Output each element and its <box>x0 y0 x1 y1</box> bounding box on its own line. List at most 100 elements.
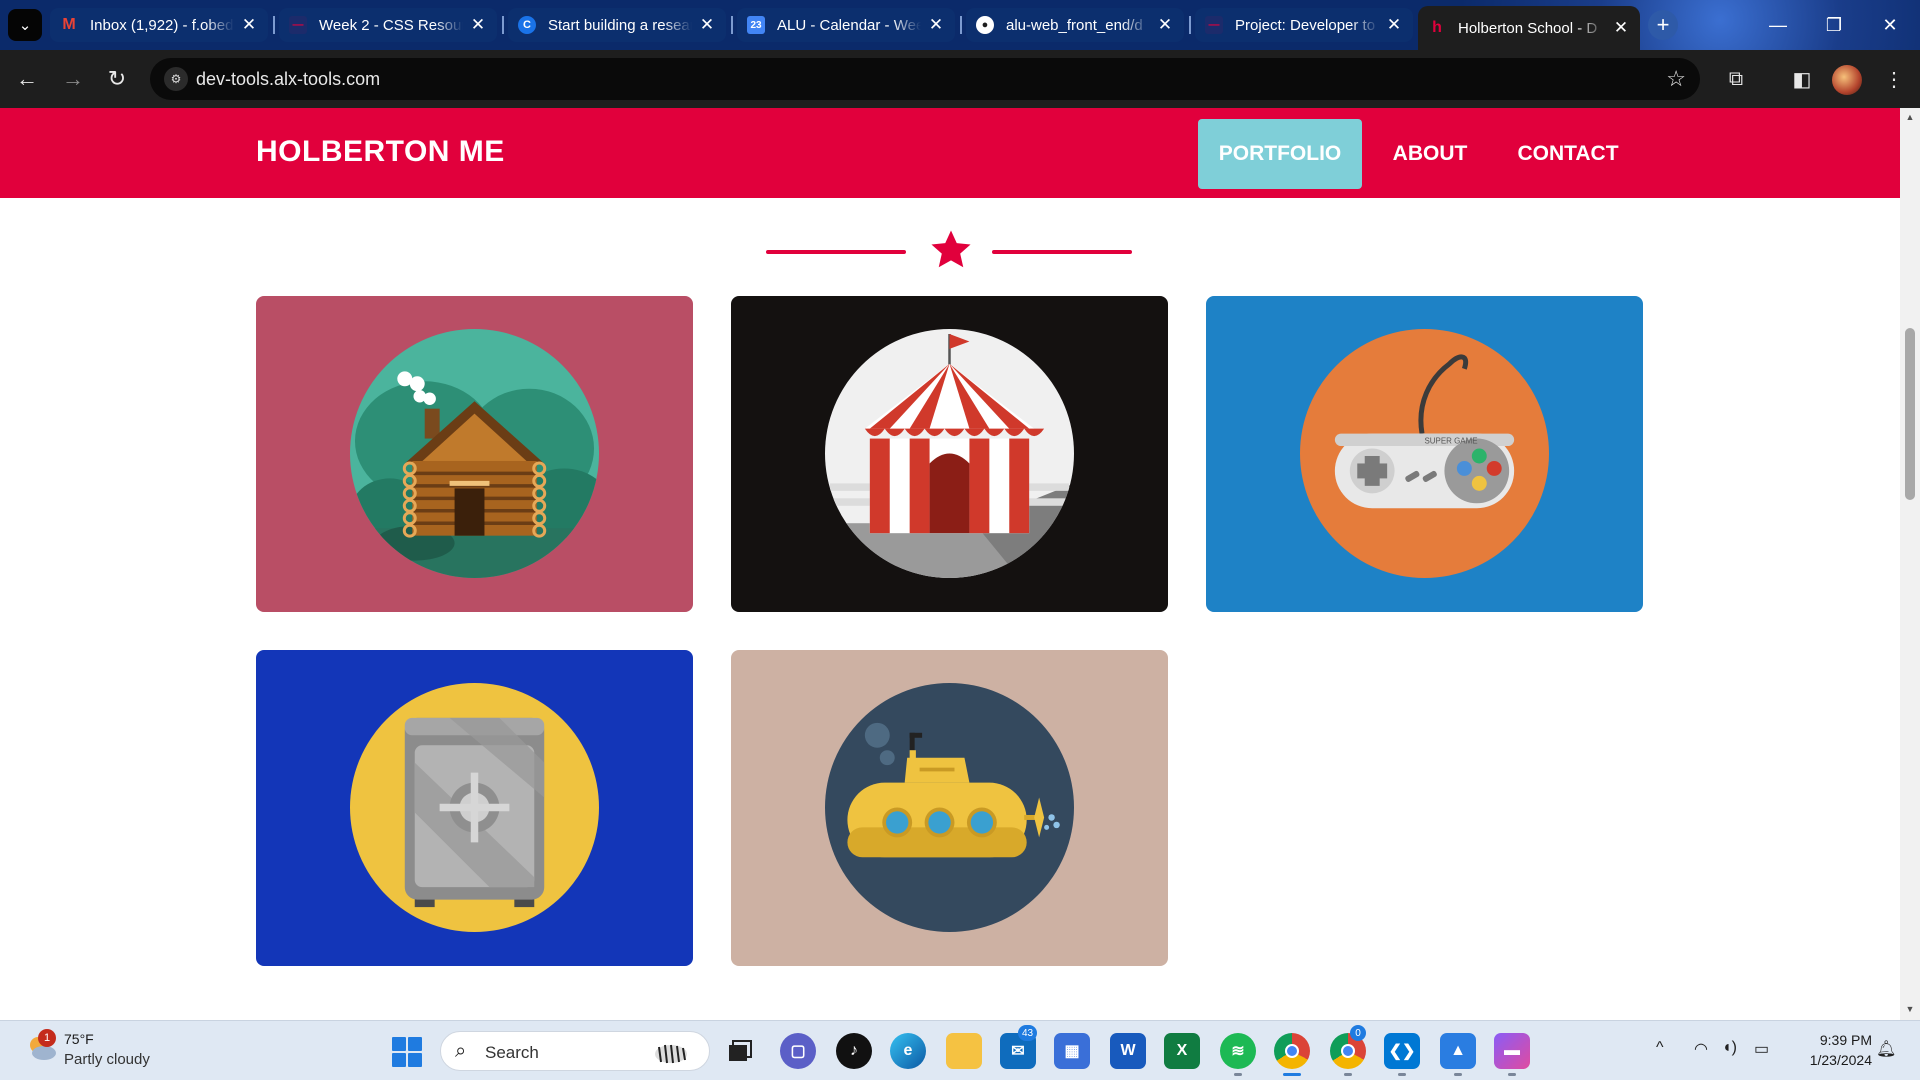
tab-separator <box>273 16 275 34</box>
minimize-icon: — <box>1769 14 1787 35</box>
extensions-icon[interactable]: ⧉ <box>1722 65 1750 93</box>
windows-logo-icon <box>408 1053 422 1067</box>
portfolio-card-submarine[interactable] <box>731 650 1168 966</box>
task-view-icon[interactable] <box>722 1033 758 1069</box>
file-explorer-icon[interactable] <box>946 1033 982 1069</box>
new-tab-button[interactable]: + <box>1648 10 1678 40</box>
tab-title: Holberton School - D <box>1458 19 1598 37</box>
volume-icon[interactable]: ◖) <box>1722 1039 1737 1057</box>
running-indicator <box>1454 1073 1462 1076</box>
clock-date[interactable]: 1/23/2024 <box>1794 1052 1872 1068</box>
page-viewport: HOLBERTON ME PORTFOLIO ABOUT CONTACT SUP… <box>0 108 1900 1020</box>
plus-icon: + <box>1656 12 1670 37</box>
close-icon[interactable]: ✕ <box>927 15 945 35</box>
scroll-thumb[interactable] <box>1905 328 1915 500</box>
nav-portfolio[interactable]: PORTFOLIO <box>1198 119 1362 189</box>
running-indicator <box>1234 1073 1242 1076</box>
battery-icon[interactable]: ▭ <box>1754 1039 1769 1059</box>
tab-research[interactable]: C Start building a research ✕ <box>508 8 726 42</box>
spotify-icon[interactable]: ≋ <box>1220 1033 1256 1069</box>
url-text[interactable]: dev-tools.alx-tools.com <box>196 69 380 90</box>
wifi-icon[interactable]: ◠ <box>1694 1039 1708 1059</box>
bookmark-star-icon[interactable]: ☆ <box>1666 66 1686 92</box>
site-title[interactable]: HOLBERTON ME <box>256 135 505 169</box>
tab-title: Start building a research <box>548 16 692 34</box>
running-indicator <box>1508 1073 1516 1076</box>
close-icon[interactable]: ✕ <box>1385 15 1403 35</box>
page-scrollbar[interactable]: ▲ ▼ <box>1900 108 1920 1020</box>
address-bar[interactable]: ⚙ dev-tools.alx-tools.com ☆ <box>150 58 1700 100</box>
tab-separator <box>1189 16 1191 34</box>
tab-separator <box>502 16 504 34</box>
tiktok-icon[interactable]: ♪ <box>836 1033 872 1069</box>
side-panel-icon[interactable]: ◧ <box>1788 65 1816 93</box>
running-indicator <box>1398 1073 1406 1076</box>
submarine-icon <box>825 683 1074 932</box>
taskbar-search[interactable]: ⌕ Search <box>440 1031 710 1071</box>
restore-button[interactable]: ❐ <box>1806 0 1862 50</box>
back-button[interactable]: ← <box>12 64 42 94</box>
close-icon[interactable]: ✕ <box>1156 15 1174 35</box>
close-icon[interactable]: ✕ <box>698 15 716 35</box>
windows-logo-icon <box>392 1053 406 1067</box>
close-icon: ✕ <box>1882 14 1898 35</box>
tab-holberton[interactable]: h Holberton School - D ✕ <box>1418 6 1640 50</box>
portfolio-card-circus[interactable] <box>731 296 1168 612</box>
edge-icon[interactable]: e <box>890 1033 926 1069</box>
close-icon[interactable]: ✕ <box>469 15 487 35</box>
portfolio-card-safe[interactable] <box>256 650 693 966</box>
scroll-up-icon[interactable]: ▲ <box>1904 112 1916 122</box>
tab-github[interactable]: ● alu-web_front_end/d ✕ <box>966 8 1184 42</box>
chrome-badge: 0 <box>1350 1025 1366 1041</box>
nav-contact[interactable]: CONTACT <box>1504 119 1632 189</box>
weather-temperature[interactable]: 75°F <box>64 1031 94 1047</box>
chevron-up-icon[interactable]: ^ <box>1656 1039 1664 1057</box>
running-indicator <box>1283 1073 1301 1076</box>
portfolio-card-controller[interactable]: SUPER GAME <box>1206 296 1643 612</box>
star-icon <box>931 230 971 268</box>
windows-taskbar: 1 75°F Partly cloudy ⌕ Search ▢ ♪ e ✉ 43… <box>0 1020 1920 1080</box>
profile-avatar[interactable] <box>1832 65 1862 95</box>
tab-calendar[interactable]: 23 ALU - Calendar - Week ✕ <box>737 8 955 42</box>
site-header: HOLBERTON ME PORTFOLIO ABOUT CONTACT <box>0 108 1900 198</box>
store-icon[interactable]: ▦ <box>1054 1033 1090 1069</box>
menu-icon[interactable]: ⋮ <box>1880 65 1908 93</box>
notification-bell-icon[interactable]: 🔔︎ <box>1876 1039 1896 1059</box>
circus-tent-icon <box>825 329 1074 578</box>
close-window-button[interactable]: ✕ <box>1862 0 1918 50</box>
word-icon[interactable]: W <box>1110 1033 1146 1069</box>
close-icon[interactable]: ✕ <box>1612 18 1630 38</box>
close-icon[interactable]: ✕ <box>240 15 258 35</box>
weather-description[interactable]: Partly cloudy <box>64 1051 150 1068</box>
tab-project[interactable]: — Project: Developer to ✕ <box>1195 8 1413 42</box>
nav-about[interactable]: ABOUT <box>1380 119 1480 189</box>
start-button[interactable] <box>392 1037 422 1067</box>
tab-title: alu-web_front_end/d <box>1006 16 1143 34</box>
excel-icon[interactable]: X <box>1164 1033 1200 1069</box>
chat-icon[interactable]: ▢ <box>780 1033 816 1069</box>
arrow-right-icon: → <box>62 66 84 91</box>
tab-strip: ⌄ M Inbox (1,922) - f.obed ✕ — Week 2 - … <box>0 0 1920 50</box>
divider-line <box>766 250 906 254</box>
minimize-button[interactable]: — <box>1750 0 1806 50</box>
clipchamp-icon[interactable]: ▬ <box>1494 1033 1530 1069</box>
restore-icon: ❐ <box>1825 14 1843 35</box>
reload-button[interactable]: ↻ <box>102 64 132 94</box>
alx-icon: — <box>289 16 307 34</box>
chevron-down-icon: ⌄ <box>18 17 32 34</box>
site-info-icon[interactable]: ⚙ <box>164 67 188 91</box>
tab-separator <box>731 16 733 34</box>
scroll-down-icon[interactable]: ▼ <box>1904 1004 1916 1014</box>
chrome-icon[interactable] <box>1274 1033 1310 1069</box>
forward-button[interactable]: → <box>58 64 88 94</box>
divider-line <box>992 250 1132 254</box>
portfolio-card-cabin[interactable] <box>256 296 693 612</box>
tab-search-button[interactable]: ⌄ <box>8 9 42 41</box>
tab-separator <box>960 16 962 34</box>
tab-css-resources[interactable]: — Week 2 - CSS Resources ✕ <box>279 8 497 42</box>
alx-icon: — <box>1205 16 1223 34</box>
clock-time[interactable]: 9:39 PM <box>1794 1032 1872 1048</box>
photos-icon[interactable]: ▲ <box>1440 1033 1476 1069</box>
vscode-icon[interactable]: ❮❯ <box>1384 1033 1420 1069</box>
tab-gmail[interactable]: M Inbox (1,922) - f.obed ✕ <box>50 8 268 42</box>
